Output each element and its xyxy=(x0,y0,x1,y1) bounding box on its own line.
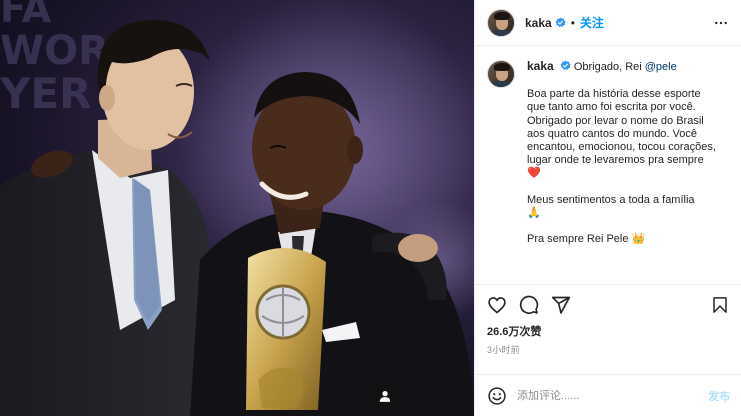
post-comment-button[interactable]: 发布 xyxy=(708,388,730,404)
separator-dot: • xyxy=(570,15,575,30)
bookmark-icon xyxy=(713,296,727,313)
like-button[interactable] xyxy=(487,295,507,315)
likes-count[interactable]: 26.6万次赞 xyxy=(475,324,741,340)
comment-bar: 发布 xyxy=(475,374,741,416)
crown-emoji: 👑 xyxy=(631,233,646,246)
user-tag-button[interactable] xyxy=(372,383,398,409)
photo-scene: FA WORL YER xyxy=(0,0,474,416)
share-button[interactable] xyxy=(551,295,571,315)
comment-input[interactable] xyxy=(517,389,687,402)
caption-body: kaka Obrigado, Rei @pele Boa parte da hi… xyxy=(527,59,717,259)
more-options-icon xyxy=(715,21,727,24)
save-button[interactable] xyxy=(711,295,729,315)
user-tag-icon xyxy=(379,391,391,402)
svg-text:FA: FA xyxy=(0,0,52,31)
comment-icon xyxy=(519,295,539,314)
share-icon xyxy=(551,296,571,314)
caption-title: Obrigado, Rei xyxy=(573,61,645,73)
emoji-icon xyxy=(488,386,506,405)
caption-heading: kaka Obrigado, Rei @pele xyxy=(527,59,717,74)
action-bar xyxy=(475,284,741,324)
avatar[interactable] xyxy=(487,8,515,37)
more-options-button[interactable] xyxy=(713,15,729,31)
caption-paragraph-3-text: Pra sempre Rei Pele xyxy=(527,233,632,246)
caption-paragraph-2: Meus sentimentos a toda a família 🙏 xyxy=(527,194,717,220)
post-header: kaka • 关注 xyxy=(475,0,741,46)
post-side-panel: kaka • 关注 kaka Obrigado, Rei @pele Boa p… xyxy=(474,0,741,416)
emoji-button[interactable] xyxy=(487,386,507,406)
caption-area: kaka Obrigado, Rei @pele Boa parte da hi… xyxy=(475,46,741,284)
caption-paragraph-2-text: Meus sentimentos a toda a família xyxy=(527,193,695,206)
post-photo[interactable]: FA WORL YER xyxy=(0,0,474,416)
mention-link[interactable]: @pele xyxy=(645,61,677,73)
verified-badge-icon xyxy=(560,60,571,70)
pray-emoji: 🙏 xyxy=(527,206,541,219)
caption-avatar[interactable] xyxy=(487,60,515,88)
comment-button[interactable] xyxy=(519,295,539,315)
caption-row: kaka Obrigado, Rei @pele Boa parte da hi… xyxy=(487,59,729,259)
caption-paragraph-3: Pra sempre Rei Pele 👑 xyxy=(527,233,717,246)
heart-emoji: ❤️ xyxy=(527,167,541,180)
caption-paragraph-1: Boa parte da história desse esporte que … xyxy=(527,88,717,180)
caption-username[interactable]: kaka xyxy=(527,59,554,73)
follow-button[interactable]: 关注 xyxy=(580,14,604,31)
caption-paragraph-1-text: Boa parte da história desse esporte que … xyxy=(527,88,716,167)
svg-text:YER: YER xyxy=(0,69,91,118)
heart-icon xyxy=(488,296,506,314)
header-username[interactable]: kaka xyxy=(525,16,552,30)
verified-badge-icon xyxy=(555,17,566,27)
post-timestamp[interactable]: 3小时前 xyxy=(475,343,741,356)
